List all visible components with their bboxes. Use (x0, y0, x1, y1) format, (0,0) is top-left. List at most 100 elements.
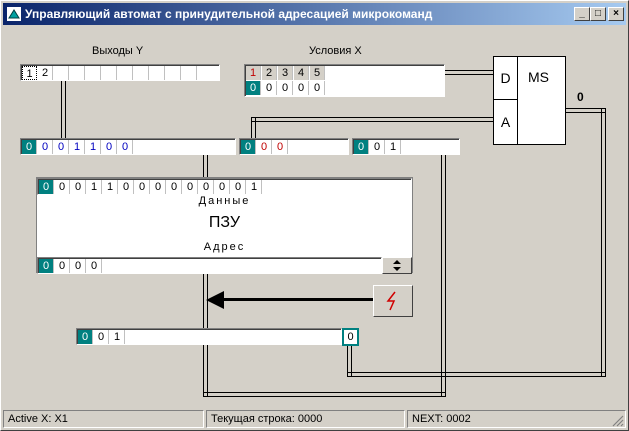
condition-value[interactable]: 0 (310, 81, 325, 95)
ms-input-d: D (494, 57, 518, 100)
outputs-label: Выходы Y (92, 45, 144, 57)
lightning-icon (386, 291, 396, 311)
register-y-cell[interactable]: 0 (54, 140, 69, 154)
status-current-row: Текущая строка: 0000 (206, 410, 405, 428)
condition-value[interactable]: 0 (294, 81, 309, 95)
condition-value[interactable]: 0 (246, 81, 261, 95)
register-y-cell[interactable]: 0 (102, 140, 117, 154)
condition-header: 3 (278, 66, 293, 80)
wire-outputs (61, 80, 66, 138)
rom-name: ПЗУ (208, 214, 241, 231)
window-title: Управляющий автомат с принудительной адр… (25, 7, 433, 21)
register-y-cell[interactable]: 0 (38, 140, 53, 154)
rom-data-cell[interactable]: 0 (55, 180, 70, 194)
rom-address-cell[interactable]: 0 (55, 259, 70, 273)
arrow-left-icon (206, 291, 224, 309)
register-x-cell[interactable]: 0 (257, 140, 272, 154)
outputs-register[interactable]: 1 2 (20, 64, 220, 81)
output-cell[interactable]: 2 (38, 66, 53, 80)
app-icon (7, 7, 21, 21)
rom-data-cell[interactable]: 1 (247, 180, 262, 194)
counter-cell[interactable]: 0 (94, 330, 109, 344)
condition-header: 5 (310, 66, 325, 80)
rom-data-cell[interactable]: 0 (167, 180, 182, 194)
wire-ms-a-down (251, 117, 256, 138)
wire-y-to-rom (203, 154, 208, 177)
resize-grip-icon[interactable] (611, 414, 624, 427)
conditions-label: Условия X (309, 45, 362, 57)
wire-x-to-ms (445, 70, 493, 75)
output-cell[interactable] (70, 66, 85, 80)
wire-ms-out (566, 108, 606, 113)
output-cell[interactable]: 1 (22, 66, 37, 80)
rom-data-label: Данные (198, 195, 251, 207)
rom-address-cell[interactable]: 0 (39, 259, 54, 273)
rom-data-cell[interactable]: 0 (199, 180, 214, 194)
output-cell[interactable] (166, 66, 181, 80)
register-y-cell[interactable]: 0 (22, 140, 37, 154)
output-cell[interactable] (182, 66, 197, 80)
rom-data-cell[interactable]: 0 (183, 180, 198, 194)
condition-header: 4 (294, 66, 309, 80)
register-y-cell[interactable]: 1 (70, 140, 85, 154)
rom-data-cell[interactable]: 0 (39, 180, 54, 194)
rom-data-cell[interactable]: 0 (151, 180, 166, 194)
ms-input-a: A (494, 100, 518, 144)
maximize-button[interactable]: □ (590, 7, 606, 21)
rom-block: 0 0 0 1 1 0 0 0 0 0 0 0 0 1 Данные ПЗУ А… (36, 177, 413, 274)
rom-data-cell[interactable]: 1 (87, 180, 102, 194)
wire-next-down (441, 154, 446, 397)
register-next-cell[interactable]: 1 (386, 140, 401, 154)
counter-register[interactable]: 0 0 1 (76, 328, 342, 345)
counter-cell[interactable]: 1 (110, 330, 125, 344)
rom-data-cell[interactable]: 0 (135, 180, 150, 194)
register-y[interactable]: 0 0 0 1 1 0 0 (20, 138, 236, 155)
register-next[interactable]: 0 0 1 (352, 138, 460, 155)
output-cell[interactable] (86, 66, 101, 80)
register-y-cell[interactable]: 0 (118, 140, 133, 154)
wire-counter-out (347, 346, 352, 377)
register-x[interactable]: 0 0 0 (239, 138, 349, 155)
output-cell[interactable] (150, 66, 165, 80)
output-cell[interactable] (134, 66, 149, 80)
output-cell[interactable] (118, 66, 133, 80)
status-active: Active X: X1 (3, 410, 204, 428)
title-bar[interactable]: Управляющий автомат с принудительной адр… (3, 3, 626, 25)
step-button[interactable] (373, 285, 413, 317)
condition-header: 1 (246, 66, 261, 80)
address-spinner[interactable] (382, 257, 412, 274)
rom-data-cell[interactable]: 1 (103, 180, 118, 194)
register-y-cell[interactable]: 1 (86, 140, 101, 154)
rom-address-label: Адрес (203, 241, 246, 253)
output-cell[interactable] (54, 66, 69, 80)
output-cell[interactable] (102, 66, 117, 80)
condition-value[interactable]: 0 (262, 81, 277, 95)
wire-ms-loop (347, 372, 606, 377)
rom-data-cell[interactable]: 0 (71, 180, 86, 194)
rom-address-cell[interactable]: 0 (87, 259, 102, 273)
rom-data-cell[interactable]: 0 (215, 180, 230, 194)
close-button[interactable]: × (608, 7, 624, 21)
register-next-cell[interactable]: 0 (370, 140, 385, 154)
condition-value[interactable]: 0 (278, 81, 293, 95)
main-window: Управляющий автомат с принудительной адр… (0, 0, 629, 431)
wire-ms-out-down (601, 108, 606, 377)
counter-cell[interactable]: 0 (78, 330, 93, 344)
wire-bottom (203, 392, 446, 397)
status-next: NEXT: 0002 (407, 410, 626, 428)
register-x-cell[interactable]: 0 (241, 140, 256, 154)
rom-address-cell[interactable]: 0 (71, 259, 86, 273)
counter-output[interactable]: 0 (342, 328, 359, 346)
register-next-cell[interactable]: 0 (354, 140, 369, 154)
wire-ms-a-top (251, 117, 493, 122)
ms-output-value: 0 (577, 90, 584, 104)
rom-address-register[interactable]: 0 0 0 0 (37, 257, 382, 274)
minimize-button[interactable]: _ (574, 7, 590, 21)
rom-data-register[interactable]: 0 0 0 1 1 0 0 0 0 0 0 0 0 1 (37, 178, 412, 195)
rom-data-cell[interactable]: 0 (231, 180, 246, 194)
rom-data-cell[interactable]: 0 (119, 180, 134, 194)
condition-header: 2 (262, 66, 277, 80)
conditions-grid[interactable]: 1 2 3 4 5 0 0 0 0 0 (244, 64, 445, 97)
register-x-cell[interactable]: 0 (273, 140, 288, 154)
multiplexer-block: D A MS (493, 56, 566, 145)
